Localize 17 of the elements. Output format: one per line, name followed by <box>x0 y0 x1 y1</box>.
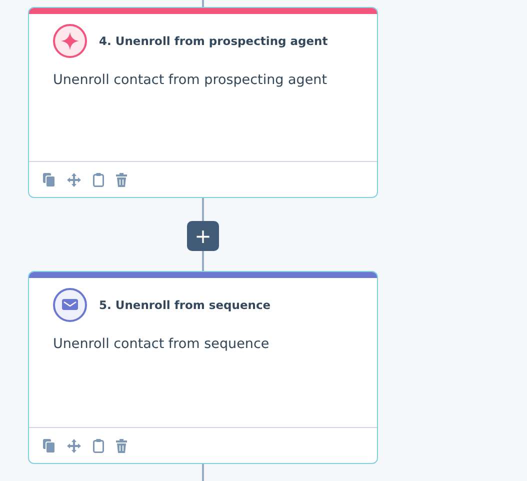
move-icon[interactable] <box>67 172 81 186</box>
clipboard-icon[interactable] <box>93 172 104 186</box>
action-title: 4. Unenroll from prospecting agent <box>99 34 328 48</box>
action-card[interactable]: 4. Unenroll from prospecting agent Unenroll contact from prospecting agent <box>28 7 378 198</box>
clipboard-icon[interactable] <box>93 438 104 452</box>
move-icon[interactable] <box>67 438 81 452</box>
copy-icon[interactable] <box>43 438 55 452</box>
trash-icon[interactable] <box>116 172 127 186</box>
action-card[interactable]: 5. Unenroll from sequence Unenroll contact from sequence <box>28 271 378 464</box>
envelope-icon <box>53 288 87 322</box>
add-step-button[interactable]: + <box>187 221 219 251</box>
sparkle-icon <box>53 24 87 58</box>
trash-icon[interactable] <box>116 438 127 452</box>
action-description: Unenroll contact from sequence <box>53 336 270 352</box>
action-title: 5. Unenroll from sequence <box>99 298 271 312</box>
action-description: Unenroll contact from prospecting agent <box>53 72 327 88</box>
copy-icon[interactable] <box>43 172 55 186</box>
